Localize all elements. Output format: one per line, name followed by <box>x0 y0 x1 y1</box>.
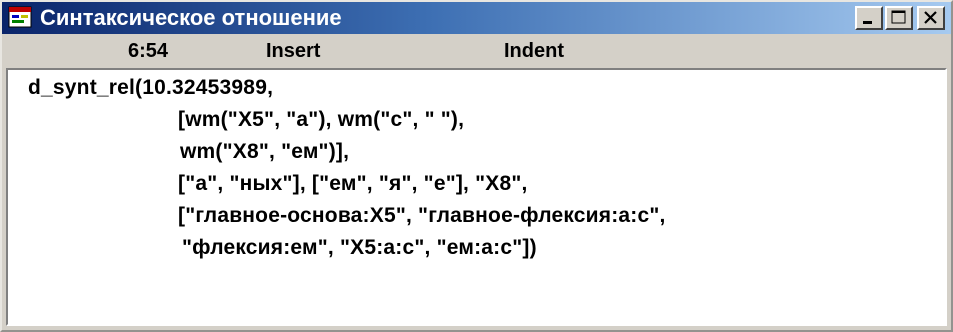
insert-mode: Insert <box>266 40 321 62</box>
window-title: Синтаксическое отношение <box>40 5 342 30</box>
close-icon <box>924 11 937 24</box>
title-bar[interactable]: Синтаксическое отношение <box>2 2 951 34</box>
indent-mode: Indent <box>504 40 564 62</box>
editor-window: Синтаксическое отношение 6:54 Insert Ind… <box>0 0 953 332</box>
cursor-position: 6:54 <box>128 40 169 62</box>
minimize-button[interactable] <box>855 6 883 30</box>
code-line: ["главное-основа:X5", "главное-флексия:a… <box>178 204 666 227</box>
close-button[interactable] <box>917 6 945 30</box>
status-bar: 6:54 Insert Indent <box>2 34 951 68</box>
code-editor[interactable]: d_synt_rel(10.32453989, [wm("X5", "a"), … <box>6 68 947 326</box>
window-controls <box>855 6 945 30</box>
code-line: "флексия:ем", "X5:a:c", "ем:a:c"]) <box>182 236 537 259</box>
app-window-icon <box>8 6 32 28</box>
minimize-icon <box>863 21 872 24</box>
maximize-button[interactable] <box>885 6 913 30</box>
code-line: d_synt_rel(10.32453989, <box>28 76 274 99</box>
code-line: wm("X8", "ем")], <box>180 140 350 163</box>
maximize-icon <box>891 10 906 24</box>
code-line: [wm("X5", "a"), wm("c", " "), <box>178 108 465 131</box>
code-line: ["a", "ных"], ["ем", "я", "е"], "X8", <box>178 172 528 195</box>
